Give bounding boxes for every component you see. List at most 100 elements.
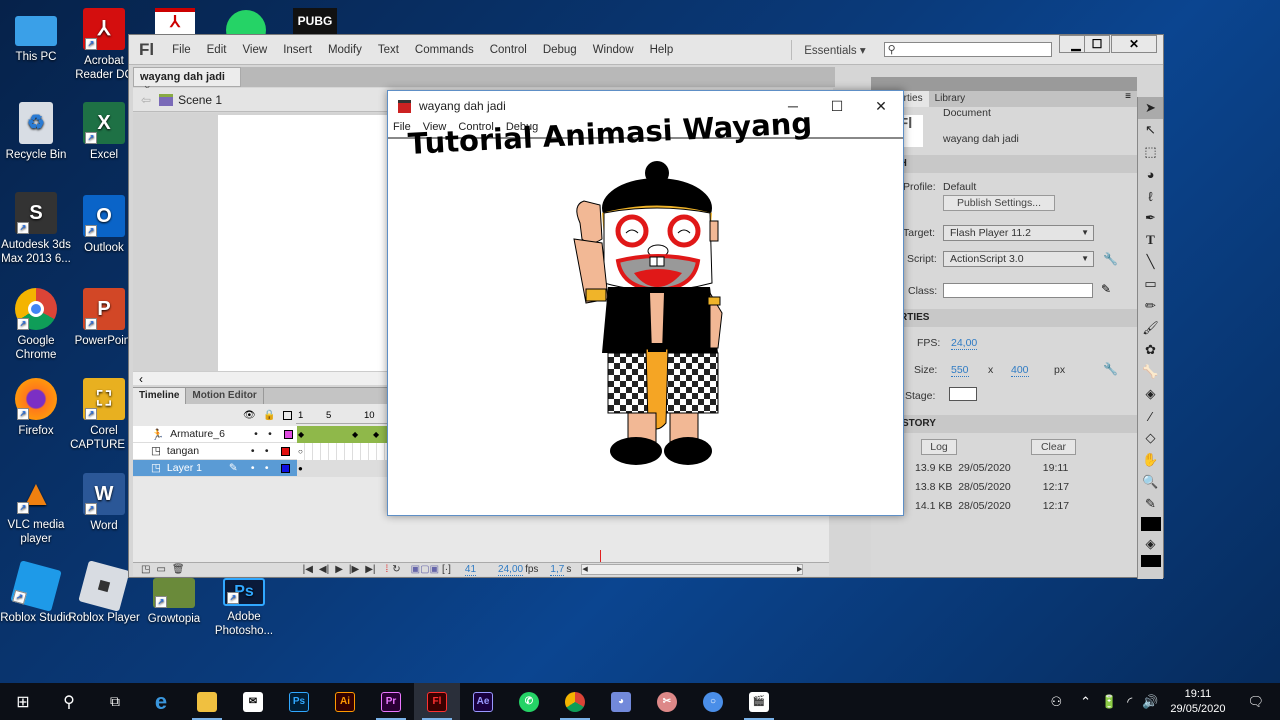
next-frame-icon[interactable]: |▶ xyxy=(349,564,359,575)
lock-icon[interactable]: 🔒 xyxy=(263,410,275,421)
line-tool-icon[interactable]: ╲ xyxy=(1138,251,1163,273)
layer-color-swatch[interactable] xyxy=(280,446,290,456)
taskbar-photoshop[interactable]: Ps xyxy=(276,683,322,720)
search-button[interactable]: ⚲ xyxy=(46,683,92,720)
publish-settings-button[interactable]: Publish Settings... xyxy=(943,195,1055,211)
taskbar-snipping[interactable]: ✂ xyxy=(644,683,690,720)
stroke-color-icon[interactable]: ✎ xyxy=(1138,493,1163,515)
target-select[interactable]: Flash Player 11.2 ▼ xyxy=(943,225,1094,241)
section-publish[interactable]: PUBLISH xyxy=(863,155,1137,173)
search-input[interactable]: ⚲ xyxy=(883,42,1052,57)
desktop-icon-roblox-studio[interactable]: ↗ Roblox Studio xyxy=(0,560,72,625)
taskbar-chrome[interactable] xyxy=(552,683,598,720)
eraser-tool-icon[interactable]: ◇ xyxy=(1138,427,1163,449)
fps-value[interactable]: 24,00 xyxy=(951,337,978,350)
frame-rate[interactable]: 24,00 xyxy=(498,564,524,576)
wifi-icon[interactable]: ◜ xyxy=(1127,694,1132,710)
desktop-icon-acrobat-top[interactable]: ⅄ xyxy=(155,8,195,34)
desktop-icon-pubg-top[interactable]: PUBG xyxy=(293,8,337,34)
first-frame-icon[interactable]: |◀ xyxy=(303,564,313,575)
pencil-tool-icon[interactable]: ✏ xyxy=(1138,295,1163,317)
layer-row-layer-1[interactable]: ◳ Layer 1 ✎ • • xyxy=(133,460,297,477)
delete-layer-icon[interactable]: 🗑 xyxy=(172,564,185,575)
tab-library[interactable]: Library xyxy=(929,91,972,107)
frames-armature[interactable]: ◆ ◆ ◆ xyxy=(297,426,387,443)
menu-debug[interactable]: Debug xyxy=(543,44,577,56)
stroke-color-swatch[interactable] xyxy=(1140,517,1161,531)
taskbar-flash[interactable]: Fl xyxy=(414,683,460,720)
bone-tool-icon[interactable]: 🦴 xyxy=(1138,361,1163,383)
clock[interactable]: 19:11 29/05/2020 xyxy=(1170,687,1225,717)
new-folder-icon[interactable]: ▭ xyxy=(156,564,165,575)
eye-icon[interactable]: 👁 xyxy=(243,410,256,421)
height-value[interactable]: 400 xyxy=(1011,364,1029,377)
hand-tool-icon[interactable]: ✋ xyxy=(1138,449,1163,471)
menu-text[interactable]: Text xyxy=(378,44,399,56)
back-arrow-icon[interactable]: ⇦ xyxy=(141,93,151,107)
subselection-tool-icon[interactable]: ↖ xyxy=(1138,119,1163,141)
scene-label[interactable]: Scene 1 xyxy=(178,93,222,107)
desktop-icon-growtopia[interactable]: ↗ Growtopia xyxy=(138,578,210,626)
taskbar-after-effects[interactable]: Ae xyxy=(460,683,506,720)
clear-button[interactable]: Clear xyxy=(1031,439,1076,455)
menu-insert[interactable]: Insert xyxy=(283,44,312,56)
workspace-switcher[interactable]: Essentials ▾ xyxy=(804,43,865,57)
width-value[interactable]: 550 xyxy=(951,364,969,377)
taskbar-mail[interactable]: ✉ xyxy=(230,683,276,720)
menu-commands[interactable]: Commands xyxy=(415,44,474,56)
loop-icon[interactable]: ↻ xyxy=(392,564,400,575)
scroll-left-icon[interactable]: ‹ xyxy=(139,372,143,386)
elapsed-time[interactable]: 1,7 xyxy=(550,564,565,576)
fill-color-swatch[interactable] xyxy=(1140,555,1161,567)
menu-edit[interactable]: Edit xyxy=(207,44,227,56)
show-hidden-icons[interactable]: ⌃ xyxy=(1080,694,1091,710)
prev-frame-icon[interactable]: ◀| xyxy=(319,564,329,575)
onion-skin-icon[interactable]: ▣▢▣ xyxy=(411,564,439,575)
play-icon[interactable]: ▶ xyxy=(335,564,343,575)
desktop-icon-3ds-max[interactable]: S ↗ Autodesk 3ds Max 2013 6... xyxy=(0,192,72,266)
frames-layer-1[interactable]: ● xyxy=(297,460,387,477)
class-input[interactable] xyxy=(943,283,1093,298)
taskbar-edge[interactable]: e xyxy=(138,683,184,720)
text-tool-icon[interactable]: T xyxy=(1138,229,1163,251)
player-maximize-button[interactable]: ☐ xyxy=(815,91,859,121)
deco-tool-icon[interactable]: ✿ xyxy=(1138,339,1163,361)
menu-view[interactable]: View xyxy=(242,44,267,56)
taskbar-clapper[interactable]: 🎬 xyxy=(736,683,782,720)
taskbar-discord[interactable]: ◕ xyxy=(598,683,644,720)
rectangle-tool-icon[interactable]: ▭ xyxy=(1138,273,1163,295)
task-view-button[interactable]: ⧉ xyxy=(92,683,138,720)
edit-markers-icon[interactable]: [·] xyxy=(442,564,451,575)
maximize-button[interactable]: ☐ xyxy=(1084,35,1110,53)
section-swf-history[interactable]: SWF HISTORY xyxy=(867,415,1137,433)
close-button[interactable]: ✕ xyxy=(1111,35,1157,53)
desktop-icon-chrome[interactable]: ↗ Google Chrome xyxy=(0,288,72,362)
volume-icon[interactable]: 🔊 xyxy=(1142,694,1158,710)
3d-rotation-tool-icon[interactable]: ◕ xyxy=(1138,163,1163,185)
player-close-button[interactable]: ✕ xyxy=(859,91,903,121)
battery-icon[interactable]: 🔋 xyxy=(1101,694,1117,710)
desktop-icon-photoshop[interactable]: Ps ↗ Adobe Photosho... xyxy=(208,578,280,638)
panel-menu-icon[interactable]: ≡ xyxy=(1125,91,1131,107)
lasso-tool-icon[interactable]: ℓ xyxy=(1138,185,1163,207)
fill-color-icon[interactable]: ◈ xyxy=(1138,533,1163,555)
pen-tool-icon[interactable]: ✒ xyxy=(1138,207,1163,229)
taskbar-file-explorer[interactable] xyxy=(184,683,230,720)
paint-bucket-tool-icon[interactable]: ◈ xyxy=(1138,383,1163,405)
taskbar-chromium[interactable]: ○ xyxy=(690,683,736,720)
tab-motion-editor[interactable]: Motion Editor xyxy=(186,388,264,404)
menu-modify[interactable]: Modify xyxy=(328,44,362,56)
section-properties[interactable]: PROPERTIES xyxy=(865,309,1137,327)
zoom-tool-icon[interactable]: 🔍 xyxy=(1138,471,1163,493)
menu-window[interactable]: Window xyxy=(593,44,634,56)
outline-icon[interactable] xyxy=(283,411,292,420)
layer-color-swatch[interactable] xyxy=(280,463,290,473)
desktop-icon-recycle-bin[interactable]: ♻ Recycle Bin xyxy=(0,102,72,162)
layer-row-armature[interactable]: 🏃 Armature_6 • • xyxy=(133,426,297,443)
selection-tool-icon[interactable]: ➤ xyxy=(1138,97,1163,119)
stage[interactable] xyxy=(218,115,388,371)
menu-file[interactable]: File xyxy=(172,44,191,56)
taskbar-illustrator[interactable]: Ai xyxy=(322,683,368,720)
layer-row-tangan[interactable]: ◳ tangan • • xyxy=(133,443,297,460)
free-transform-tool-icon[interactable]: ⬚ xyxy=(1138,141,1163,163)
